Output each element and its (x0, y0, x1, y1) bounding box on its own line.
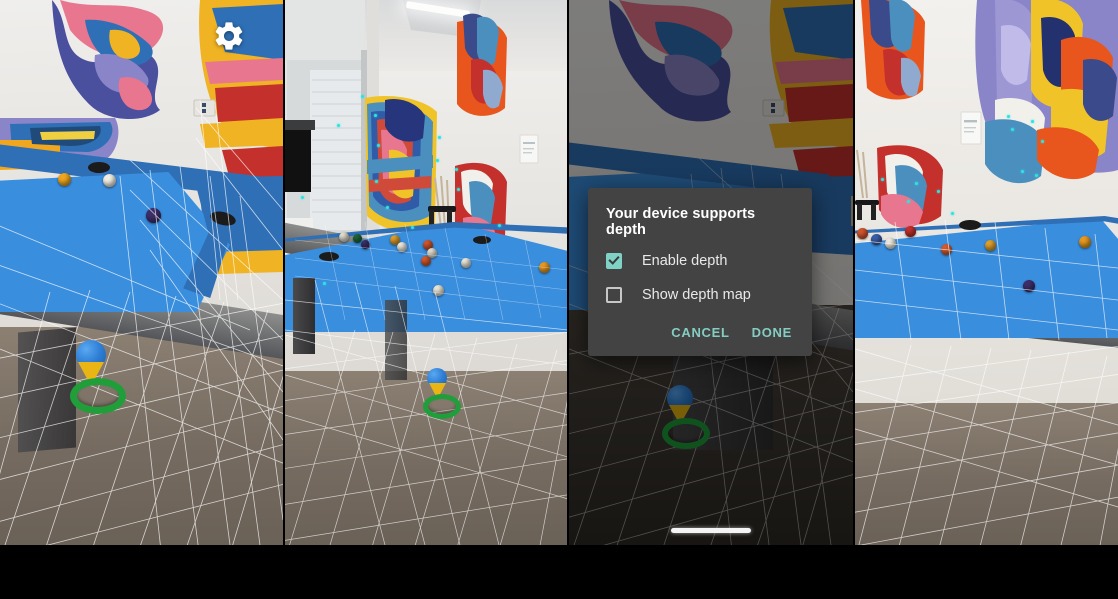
camera-feed-2 (285, 0, 568, 545)
ar-feature-point (377, 144, 380, 147)
depth-settings-dialog: Your device supports depth Enable depth … (588, 188, 812, 356)
pool-table-leg (293, 278, 315, 354)
pool-ball (871, 234, 882, 245)
ar-placed-object[interactable] (421, 368, 461, 419)
ar-feature-point (436, 159, 439, 162)
pool-ball (58, 173, 71, 186)
ar-feature-point (1035, 174, 1038, 177)
ar-torus (423, 394, 461, 419)
camera-feed-4 (855, 0, 1118, 545)
pool-ball (1023, 280, 1035, 292)
ar-feature-point (438, 136, 441, 139)
ar-feature-point (361, 95, 364, 98)
pool-ball (421, 256, 431, 266)
ar-feature-point (337, 124, 340, 127)
ar-feature-point (386, 206, 389, 209)
ar-feature-point (411, 226, 414, 229)
ar-feature-point (323, 282, 326, 285)
pool-ball (985, 240, 996, 251)
ar-feature-point (881, 178, 884, 181)
screenshot-root: Your device supports depth Enable depth … (0, 0, 1118, 599)
ar-feature-point (374, 114, 377, 117)
show-depth-map-checkbox[interactable] (606, 287, 622, 303)
ar-torus (70, 378, 126, 414)
home-indicator (671, 528, 751, 533)
pool-pocket (959, 220, 981, 230)
pool-table-leg (385, 300, 407, 380)
pool-ball (857, 228, 868, 239)
enable-depth-checkbox[interactable] (606, 253, 622, 269)
ar-feature-point (937, 190, 940, 193)
ar-feature-point (915, 182, 918, 185)
dialog-actions: CANCEL DONE (606, 321, 794, 348)
pool-ball (339, 232, 349, 242)
ar-feature-point (1021, 170, 1024, 173)
gear-icon (215, 22, 243, 50)
ar-feature-point (1011, 128, 1014, 131)
bottom-black-bar (0, 545, 1118, 599)
ar-feature-point (301, 196, 304, 199)
done-button[interactable]: DONE (750, 321, 794, 344)
ar-feature-point (1031, 120, 1034, 123)
pool-ball (103, 174, 116, 187)
ar-screen-2[interactable] (285, 0, 568, 545)
pool-ball (146, 208, 161, 223)
ar-feature-point (375, 180, 378, 183)
camera-feed-1 (0, 0, 283, 545)
pool-ball (1079, 236, 1091, 248)
option-row-enable-depth[interactable]: Enable depth (606, 253, 794, 269)
ar-feature-point (1007, 115, 1010, 118)
pool-ball (905, 226, 916, 237)
ar-feature-point (498, 224, 501, 227)
show-depth-map-label: Show depth map (642, 287, 751, 303)
ar-feature-point (907, 200, 910, 203)
pool-pocket (473, 236, 491, 244)
ar-feature-point (1041, 140, 1044, 143)
pool-ball (397, 242, 407, 252)
pool-ball (885, 238, 896, 249)
cancel-button[interactable]: CANCEL (669, 321, 731, 344)
pool-ball (539, 262, 550, 273)
enable-depth-label: Enable depth (642, 253, 728, 269)
pool-ball (941, 244, 952, 255)
ar-feature-point (457, 188, 460, 191)
pool-pocket (319, 252, 339, 261)
ar-feature-point (951, 212, 954, 215)
ar-placed-object[interactable] (66, 340, 126, 414)
settings-gear-button[interactable] (212, 19, 246, 53)
pool-ball (461, 258, 471, 268)
pool-ball (361, 240, 370, 249)
ar-screen-4[interactable] (855, 0, 1118, 545)
pool-ball (433, 285, 444, 296)
dialog-title: Your device supports depth (606, 206, 756, 238)
pool-pocket (88, 162, 110, 173)
ar-feature-point (455, 168, 458, 171)
option-row-show-depth-map[interactable]: Show depth map (606, 287, 794, 303)
ar-screen-1[interactable] (0, 0, 283, 545)
